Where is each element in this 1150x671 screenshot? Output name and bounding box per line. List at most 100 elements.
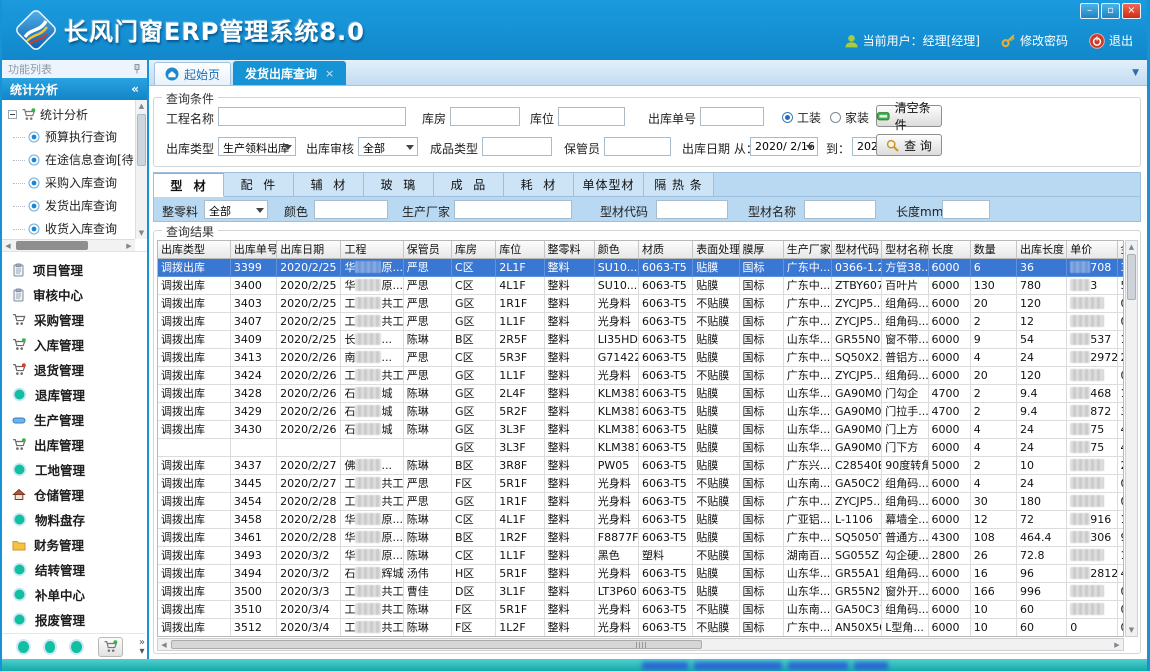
sidebar-item-folder[interactable]: 财务管理 [2,532,147,557]
column-header[interactable]: 出库日期 [277,241,341,258]
pin-icon[interactable] [133,64,141,74]
material-tab[interactable]: 单体型材 [574,173,644,197]
audit-select[interactable]: 全部 [358,137,418,156]
sidebar-item-dot[interactable]: 工地管理 [2,457,147,482]
clear-conditions-button[interactable]: 清空条件 [876,105,942,127]
module-dot-button[interactable] [45,641,56,653]
profile-name-input[interactable] [804,200,876,219]
sidebar-item-dot[interactable]: 退库管理 [2,382,147,407]
module-cart-button[interactable] [98,637,123,657]
sidebar-item-dot[interactable]: 物料盘存 [2,507,147,532]
column-header[interactable]: 整零料 [544,241,594,258]
table-row[interactable]: 调拨出库34282020/2/26石城陈琳G区2L4F整料KLM38176063… [158,384,1124,402]
sidebar-item-dot[interactable]: 补单中心 [2,582,147,607]
tree-vertical-scrollbar[interactable]: ▲ ▼ [135,100,147,239]
column-header[interactable]: 型材代码 [832,241,882,258]
date-from-picker[interactable]: 2020/ 2/16 [750,137,818,156]
sidebar-item-dot[interactable]: 报废管理 [2,607,147,632]
module-dot-button[interactable] [71,641,82,653]
material-tab[interactable]: 配 件 [224,173,294,197]
minimize-button[interactable]: – [1080,3,1099,19]
keeper-input[interactable] [604,137,671,156]
radio-jiazhuang[interactable]: 家装 [830,109,869,126]
table-row[interactable]: 调拨出库34072020/2/25工共工程严思G区1L1F整料光身料6063-T… [158,312,1124,330]
results-vertical-scrollbar[interactable]: ▲ ▼ [1125,240,1138,637]
scroll-right-icon[interactable]: ▶ [1111,639,1123,650]
close-button[interactable]: × [1122,3,1141,19]
column-header[interactable]: 库房 [452,241,496,258]
manufacturer-input[interactable] [454,200,572,219]
tab-home[interactable]: 起始页 [154,62,231,85]
material-tab[interactable]: 玻 璃 [364,173,434,197]
scroll-thumb[interactable] [16,241,88,250]
tab-shipment-outbound-query[interactable]: 发货出库查询 × [233,61,346,85]
column-header[interactable]: 保管员 [403,241,451,258]
sidebar-item-chart[interactable]: 生产管理 [2,407,147,432]
scroll-thumb[interactable] [171,640,702,649]
search-button[interactable]: 查 询 [876,134,942,156]
column-header[interactable]: 膜厚 [739,241,783,258]
table-row[interactable]: 调拨出库34372020/2/27佛...陈琳B区3R8F整料PW056063-… [158,456,1124,474]
radio-gongzhuang[interactable]: 工装 [782,109,821,126]
tree-item[interactable]: 收货入库查询 [2,217,147,240]
maximize-button[interactable]: ▫ [1101,3,1120,19]
column-header[interactable]: 颜色 [594,241,638,258]
scroll-left-icon[interactable]: ◀ [2,240,14,251]
column-header[interactable]: 生产厂家 [783,241,831,258]
table-row[interactable]: 调拨出库35102020/3/4工共工程陈琳F区5R1F整料光身料6063-T5… [158,600,1124,618]
material-tab[interactable]: 成 品 [434,173,504,197]
sidebar-item-cart-out[interactable]: 退货管理 [2,357,147,382]
tree-item[interactable]: 采购入库查询 [2,171,147,194]
module-dot-button[interactable] [18,641,29,653]
profile-code-input[interactable] [656,200,728,219]
logout-button[interactable]: 退出 [1089,32,1133,49]
table-row[interactable]: 调拨出库34302020/2/26石城陈琳G区3L3F整料KLM38176063… [158,420,1124,438]
table-row[interactable]: 调拨出库34582020/2/28华原...陈琳C区4L1F整料光身料6063-… [158,510,1124,528]
outbound-type-select[interactable]: 生产领料出库 [218,137,296,156]
material-tab[interactable]: 耗 材 [504,173,574,197]
column-header[interactable]: 长度 [928,241,970,258]
column-header[interactable]: 型材名称 [882,241,928,258]
sidebar-item-cart-in[interactable]: 入库管理 [2,332,147,357]
scroll-down-icon[interactable]: ▼ [136,227,147,239]
scroll-up-icon[interactable]: ▲ [1126,241,1137,253]
table-row[interactable]: 调拨出库34932020/3/2华原...陈琳C区1L1F整料黑色塑料不贴膜国标… [158,546,1124,564]
scroll-right-icon[interactable]: ▶ [123,240,135,251]
warehouse-input[interactable] [450,107,520,126]
column-header[interactable]: 数量 [970,241,1016,258]
column-header[interactable]: 表面处理 [693,241,739,258]
column-header[interactable]: 材质 [639,241,693,258]
tab-close-icon[interactable]: × [325,67,334,80]
tree-item[interactable]: 预算执行查询 [2,125,147,148]
product-type-input[interactable] [482,137,552,156]
tree-expander-icon[interactable] [8,110,17,119]
tree-item[interactable]: 发货出库查询 [2,194,147,217]
length-input[interactable] [942,200,990,219]
results-horizontal-scrollbar[interactable]: ◀ ▶ [157,638,1124,651]
sidebar-item-clipboard[interactable]: 审核中心 [2,282,147,307]
statistics-section-header[interactable]: 统计分析 « [2,78,147,100]
column-header[interactable]: 库位 [496,241,544,258]
tab-overflow-icon[interactable]: ▼ [1132,68,1139,78]
sidebar-item-home[interactable]: 仓储管理 [2,482,147,507]
tree-horizontal-scrollbar[interactable]: ◀ ▶ [2,239,135,251]
table-row[interactable]: 调拨出库34132020/2/26南...严思C区5R3F整料G71422606… [158,348,1124,366]
table-row[interactable]: 调拨出库34092020/2/25长...陈琳B区2R5F整料LI35HD606… [158,330,1124,348]
material-tab[interactable]: 辅 材 [294,173,364,197]
table-row[interactable]: 调拨出库34942020/3/2石辉城汤伟H区5R1F整料光身料6063-T5贴… [158,564,1124,582]
column-header[interactable]: 单价 [1067,241,1117,258]
sidebar-item-cart[interactable]: 采购管理 [2,307,147,332]
column-header[interactable]: 金 [1117,241,1124,258]
scroll-thumb[interactable] [137,114,146,166]
scroll-left-icon[interactable]: ◀ [158,639,170,650]
table-row[interactable]: G区3L3F整料KLM38176063-T5贴膜国标山东华...GA90M09.… [158,438,1124,456]
table-row[interactable]: 调拨出库34612020/2/28华原...陈琳B区1R2F整料F8877FT6… [158,528,1124,546]
column-header[interactable]: 工程 [341,241,403,258]
table-row[interactable]: 调拨出库34242020/2/26工共工程严思G区1L1F整料光身料6063-T… [158,366,1124,384]
collapse-icon[interactable]: « [131,82,139,96]
table-row[interactable]: 调拨出库34002020/2/25华原...严思C区4L1F整料SU10...6… [158,276,1124,294]
scroll-up-icon[interactable]: ▲ [136,100,147,112]
location-input[interactable] [558,107,625,126]
tree-root[interactable]: 统计分析 [2,100,147,125]
sidebar-item-clipboard[interactable]: 项目管理 [2,257,147,282]
